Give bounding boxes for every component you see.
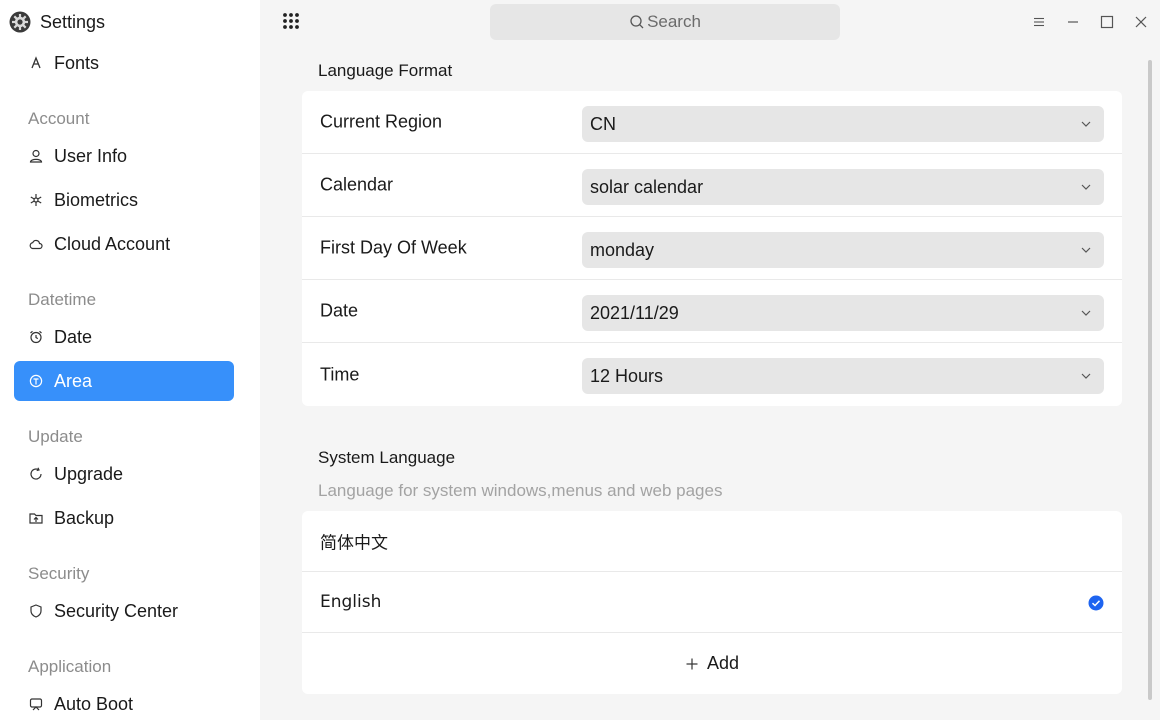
sidebar-item-fonts[interactable]: Fonts bbox=[14, 43, 234, 83]
language-item-english[interactable]: English bbox=[302, 572, 1122, 633]
scrollbar[interactable] bbox=[1148, 60, 1152, 700]
sidebar-section-application: Application bbox=[28, 657, 112, 676]
app-header: Settings bbox=[0, 0, 260, 44]
sidebar-item-label: User Info bbox=[54, 145, 128, 166]
menu-icon bbox=[1034, 17, 1044, 27]
first-day-of-week-select[interactable]: monday bbox=[582, 232, 1104, 268]
chevron-down-icon bbox=[1081, 373, 1091, 379]
search-input[interactable]: Search bbox=[490, 4, 840, 40]
app-grid-icon[interactable] bbox=[282, 12, 300, 30]
area-icon bbox=[28, 373, 44, 389]
language-label: English bbox=[320, 592, 382, 612]
sidebar-item-security-center[interactable]: Security Center bbox=[14, 591, 234, 631]
select-value: 12 Hours bbox=[590, 365, 664, 386]
sidebar-item-biometrics[interactable]: Biometrics bbox=[14, 180, 234, 220]
calendar-select[interactable]: solar calendar bbox=[582, 169, 1104, 205]
language-format-title: Language Format bbox=[318, 61, 453, 80]
sidebar-item-label: Fonts bbox=[54, 52, 100, 73]
language-item-zh-cn[interactable]: 简体中文 bbox=[302, 511, 1122, 572]
sidebar-section-security: Security bbox=[28, 564, 90, 583]
checkmark-icon bbox=[1088, 595, 1104, 611]
chevron-down-icon bbox=[1081, 184, 1091, 190]
row-label: Calendar bbox=[320, 174, 394, 195]
setting-row-first-day-of-week: First Day Of Week monday bbox=[302, 217, 1122, 280]
select-value: CN bbox=[590, 113, 616, 134]
user-icon bbox=[28, 148, 44, 164]
setting-row-time: Time 12 Hours bbox=[302, 343, 1122, 406]
chevron-down-icon bbox=[1081, 247, 1091, 253]
date-format-select[interactable]: 2021/11/29 bbox=[582, 295, 1104, 331]
select-value: monday bbox=[590, 239, 655, 260]
refresh-icon bbox=[28, 466, 44, 482]
plus-icon bbox=[685, 657, 699, 671]
row-label: Time bbox=[320, 364, 360, 384]
add-label: Add bbox=[706, 653, 740, 673]
cloud-icon bbox=[28, 236, 44, 252]
sidebar-item-label: Backup bbox=[54, 507, 115, 528]
system-language-subtitle: Language for system windows,menus and we… bbox=[318, 481, 723, 500]
minimize-icon bbox=[1068, 21, 1078, 23]
system-language-title: System Language bbox=[318, 448, 456, 467]
minimize-button[interactable] bbox=[1063, 12, 1083, 32]
select-value: 2021/11/29 bbox=[590, 302, 679, 323]
shield-icon bbox=[28, 603, 44, 619]
row-label: Date bbox=[320, 300, 359, 321]
sidebar-item-auto-boot[interactable]: Auto Boot bbox=[14, 684, 234, 720]
chevron-down-icon bbox=[1081, 121, 1091, 127]
font-icon bbox=[28, 55, 44, 71]
main-content: Language Format Current Region CN Calend… bbox=[260, 44, 1160, 720]
sidebar-item-label: Area bbox=[54, 370, 93, 391]
search-placeholder: Search bbox=[647, 12, 701, 31]
sidebar-item-label: Biometrics bbox=[54, 189, 139, 210]
sidebar-item-cloud-account[interactable]: Cloud Account bbox=[14, 224, 234, 264]
settings-gear-icon bbox=[8, 10, 32, 34]
sidebar-item-backup[interactable]: Backup bbox=[14, 498, 234, 538]
select-value: solar calendar bbox=[590, 176, 704, 197]
sidebar-item-label: Security Center bbox=[54, 600, 179, 621]
close-button[interactable] bbox=[1131, 12, 1151, 32]
backup-icon bbox=[28, 510, 44, 526]
system-language-card: 简体中文 English Add bbox=[302, 511, 1122, 694]
sidebar-item-date[interactable]: Date bbox=[14, 317, 234, 357]
chevron-down-icon bbox=[1081, 310, 1091, 316]
sidebar-section-datetime: Datetime bbox=[28, 290, 97, 309]
close-icon bbox=[1135, 16, 1147, 28]
search-icon bbox=[629, 14, 645, 30]
sidebar-item-area[interactable]: Area bbox=[14, 361, 234, 401]
row-label: Current Region bbox=[320, 111, 443, 132]
setting-row-date: Date 2021/11/29 bbox=[302, 280, 1122, 343]
maximize-icon bbox=[1100, 15, 1114, 29]
maximize-button[interactable] bbox=[1097, 12, 1117, 32]
sidebar-item-label: Date bbox=[54, 326, 93, 347]
setting-row-calendar: Calendar solar calendar bbox=[302, 154, 1122, 217]
language-format-card: Current Region CN Calendar solar calenda… bbox=[302, 91, 1122, 406]
app-title: Settings bbox=[40, 11, 106, 32]
sidebar-item-label: Upgrade bbox=[54, 463, 124, 484]
alarm-clock-icon bbox=[28, 329, 44, 345]
topbar: Search bbox=[260, 0, 1160, 44]
current-region-select[interactable]: CN bbox=[582, 106, 1104, 142]
sidebar-item-upgrade[interactable]: Upgrade bbox=[14, 454, 234, 494]
time-format-select[interactable]: 12 Hours bbox=[582, 358, 1104, 394]
setting-row-current-region: Current Region CN bbox=[302, 91, 1122, 154]
sidebar-section-account: Account bbox=[28, 109, 90, 128]
row-label: First Day Of Week bbox=[320, 237, 467, 258]
autoboot-icon bbox=[28, 696, 44, 712]
sidebar-item-label: Cloud Account bbox=[54, 233, 171, 254]
sidebar-item-user-info[interactable]: User Info bbox=[14, 136, 234, 176]
menu-button[interactable] bbox=[1029, 12, 1049, 32]
add-language-button[interactable]: Add bbox=[302, 633, 1122, 694]
biometrics-icon bbox=[28, 192, 44, 208]
language-label: 简体中文 bbox=[320, 533, 388, 554]
sidebar-item-label: Auto Boot bbox=[54, 693, 134, 714]
sidebar: Fonts Account User Info Biometrics Cloud… bbox=[0, 0, 260, 720]
sidebar-section-update: Update bbox=[28, 427, 83, 446]
